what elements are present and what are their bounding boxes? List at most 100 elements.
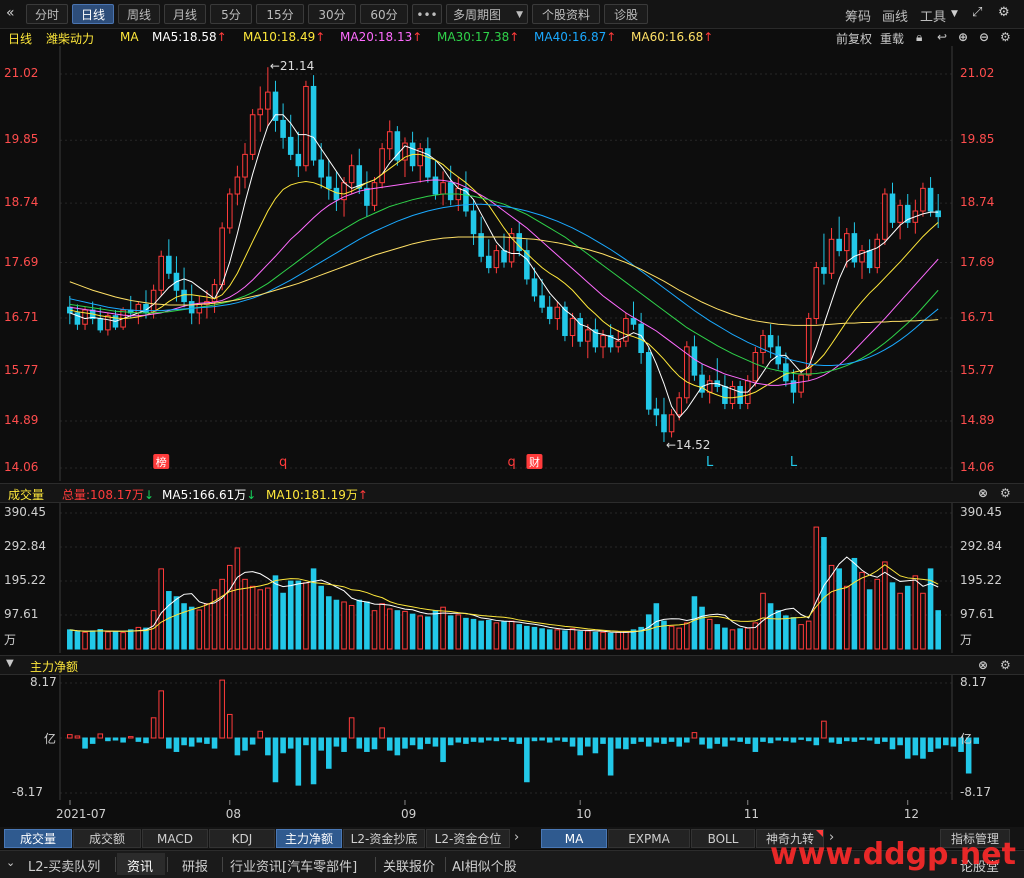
reload-link[interactable]: 重载 (880, 30, 904, 47)
period-button-weekly[interactable]: 周线 (118, 4, 160, 24)
ma60-value: MA60:16.68↑ (631, 30, 714, 44)
chips-link[interactable]: 筹码 (845, 6, 871, 25)
tab-ma[interactable]: MA (541, 829, 607, 848)
volume-bar (729, 629, 736, 650)
expand-icon[interactable]: ⤢ (972, 5, 982, 20)
tools-link[interactable]: 工具 (920, 6, 946, 25)
volume-bar (295, 580, 302, 650)
volume-bar (501, 621, 507, 650)
fund-bar (333, 737, 340, 747)
volume-bar (585, 630, 591, 650)
period-button-monthly[interactable]: 月线 (164, 4, 206, 24)
candle-body (272, 91, 279, 121)
candle (904, 194, 911, 228)
adjust-forward-link[interactable]: 前复权 (836, 30, 872, 47)
volume-bar (402, 610, 408, 650)
candle-body (645, 352, 652, 410)
volume-axis-label-right: 390.45 (960, 505, 1002, 519)
candle (729, 380, 736, 410)
zoom-out-icon[interactable]: ⊖ (979, 30, 989, 44)
tab-research[interactable]: 研报 (182, 856, 208, 875)
candle (821, 233, 827, 285)
tab-l2-fund-bottom[interactable]: L2-资金抄底 (343, 829, 425, 848)
volume-axis-label-right: 195.22 (960, 573, 1002, 587)
volume-bar (287, 580, 294, 650)
price-axis-label-right: 19.85 (960, 132, 995, 147)
tab-kdj[interactable]: KDJ (209, 829, 275, 848)
draw-line-link[interactable]: 画线 (882, 6, 908, 25)
zoom-in-icon[interactable]: ⊕ (958, 30, 968, 44)
volume-bar (143, 627, 149, 650)
chevron-down-icon[interactable]: ⌄ (6, 856, 15, 869)
more-periods-button[interactable]: ••• (412, 4, 442, 24)
candle (310, 75, 317, 166)
candle (851, 222, 858, 268)
gear-icon[interactable]: ⚙ (998, 5, 1010, 20)
fund-bar (562, 737, 568, 742)
period-button-15min[interactable]: 15分 (256, 4, 304, 24)
period-button-intraday[interactable]: 分时 (26, 4, 68, 24)
caret-down-icon[interactable]: ▼ (951, 9, 958, 19)
fund-bar (623, 737, 629, 750)
fund-bar (166, 737, 172, 749)
date-axis: 2021-07 08 09 10 11 12 (56, 800, 919, 821)
tab-boll[interactable]: BOLL (691, 829, 755, 848)
volume-axis-label-left: 292.84 (4, 538, 46, 553)
volume-bar (889, 582, 896, 650)
settings-icon[interactable]: ⚙ (1000, 658, 1011, 672)
undo-icon[interactable]: ↩ (937, 30, 947, 44)
period-button-30min[interactable]: 30分 (308, 4, 356, 24)
lock-icon[interactable]: 🔒︎ (916, 30, 922, 45)
price-chart[interactable]: 榜qq财LL ←21.14 ←14.52 (0, 46, 1024, 481)
fund-bar (607, 737, 614, 776)
candle (699, 363, 705, 398)
fund-bar (775, 737, 782, 741)
collapse-icon[interactable]: ▼ (6, 658, 14, 669)
fund-bar (645, 737, 652, 747)
volume-bar (105, 631, 111, 650)
double-chevron-left-icon[interactable]: « (6, 5, 15, 21)
close-icon[interactable]: ⊗ (978, 658, 988, 672)
fund-bar (531, 737, 538, 742)
candle (607, 324, 614, 353)
candle (318, 143, 324, 189)
volume-bar (851, 557, 858, 650)
tab-l2-queue[interactable]: L2-买卖队列 (28, 856, 100, 875)
volume-bar (684, 622, 690, 650)
stock-profile-button[interactable]: 个股资料 (532, 4, 600, 24)
fund-bar (714, 737, 721, 744)
candle-body (364, 187, 370, 206)
close-icon[interactable]: ⊗ (978, 486, 988, 500)
ma10-value: MA10:18.49↑ (243, 30, 326, 44)
fund-bar (501, 737, 507, 740)
volume-bar (676, 627, 682, 650)
settings-icon[interactable]: ⚙ (1000, 486, 1011, 500)
fund-chart[interactable] (0, 675, 1024, 800)
tab-volume[interactable]: 成交量 (4, 829, 72, 848)
period-button-daily[interactable]: 日线 (72, 4, 114, 24)
tab-related-quotes[interactable]: 关联报价 (383, 856, 435, 875)
period-button-60min[interactable]: 60分 (360, 4, 408, 24)
candle-body (97, 318, 104, 331)
tab-l2-fund-position[interactable]: L2-资金仓位 (426, 829, 510, 848)
tab-industry-news[interactable]: 行业资讯[汽车零部件] (230, 856, 357, 875)
multi-period-button[interactable]: 多周期图 ▼ (446, 4, 528, 24)
candle (280, 103, 286, 149)
tab-turnover[interactable]: 成交额 (73, 829, 141, 848)
tab-expma[interactable]: EXPMA (608, 829, 690, 848)
tab-macd[interactable]: MACD (142, 829, 208, 848)
period-button-5min[interactable]: 5分 (210, 4, 252, 24)
settings-icon[interactable]: ⚙ (1000, 30, 1011, 44)
volume-chart[interactable] (0, 503, 1024, 653)
candle-body (371, 182, 378, 206)
candle-body (630, 318, 637, 325)
candle (927, 177, 934, 217)
candle (874, 233, 881, 274)
volume-bar (897, 592, 903, 650)
tab-ai-similar[interactable]: AI相似个股 (452, 856, 517, 875)
fund-bar (364, 737, 370, 752)
stock-diagnosis-button[interactable]: 诊股 (604, 4, 648, 24)
tab-main-fund[interactable]: 主力净额 (276, 829, 342, 848)
chevron-right-icon[interactable]: › (514, 830, 519, 845)
tab-news[interactable]: 资讯 (127, 856, 153, 875)
